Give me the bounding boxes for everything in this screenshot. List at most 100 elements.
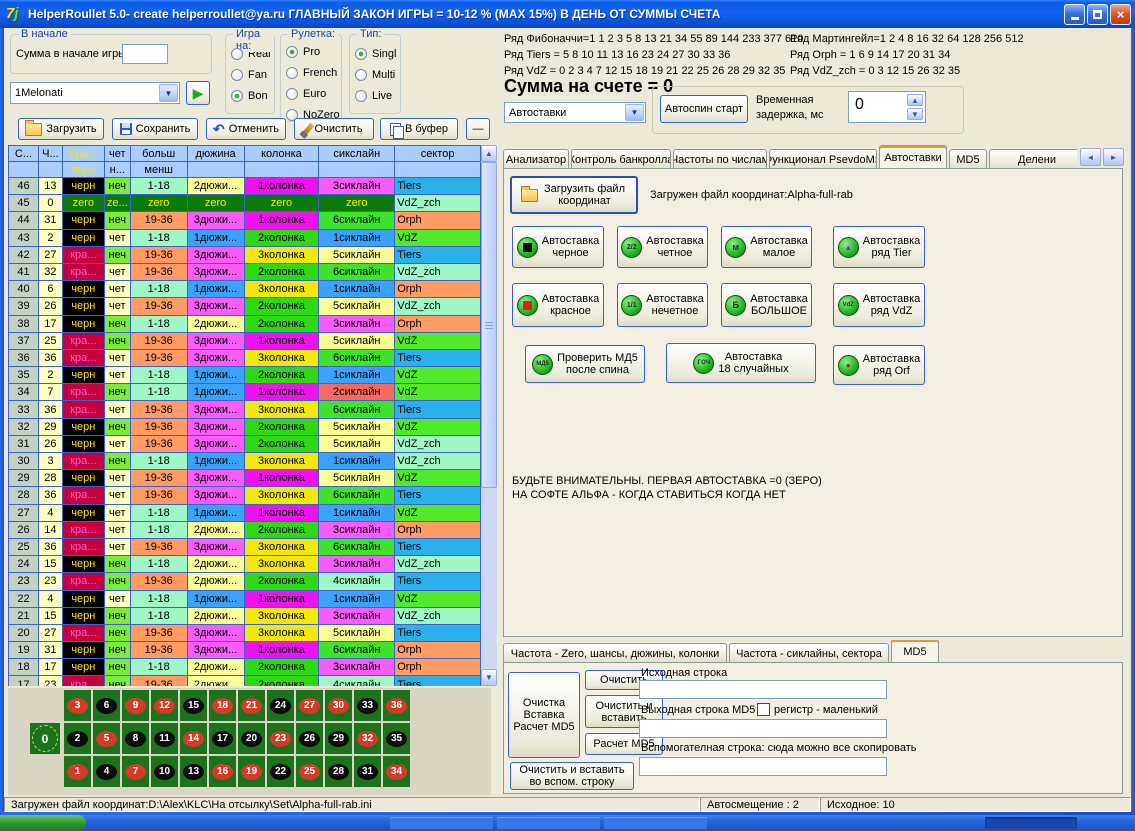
board-cell-12[interactable]: 12 <box>151 690 178 721</box>
radio-type-Live[interactable]: Live <box>355 85 400 106</box>
board-cell-5[interactable]: 5 <box>93 723 120 754</box>
toolbar-button-2[interactable]: Сохранить <box>112 118 198 140</box>
board-cell-9[interactable]: 9 <box>122 690 149 721</box>
board-cell-7[interactable]: 7 <box>122 756 149 787</box>
board-cell-16[interactable]: 16 <box>209 756 236 787</box>
board-cell-8[interactable]: 8 <box>122 723 149 754</box>
table-row[interactable]: 4613черннеч1-182дюжи...1колонка3сиклайнT… <box>9 178 481 195</box>
start-button[interactable] <box>0 815 86 831</box>
md5-output-input[interactable] <box>639 719 887 738</box>
profile-combobox[interactable]: 1Melonati ▼ <box>10 82 180 104</box>
radio-roulette-Pro[interactable]: Pro <box>286 41 341 62</box>
tab-scroll-left-icon[interactable]: ◄ <box>1080 148 1101 166</box>
table-row[interactable]: 2027кра...неч19-363дюжи...3колонка5сикла… <box>9 625 481 642</box>
maximize-button[interactable] <box>1087 4 1108 25</box>
table-row[interactable]: 2536кра...чет19-363дюжи...3колонка6сикла… <box>9 539 481 556</box>
table-row[interactable]: 3336кра...чет19-363дюжи...3колонка6сикла… <box>9 401 481 418</box>
scroll-up-icon[interactable]: ▲ <box>481 145 497 162</box>
bet-button-Автоставка-малое[interactable]: мАвтоставкамалое <box>721 226 812 268</box>
board-cell-19[interactable]: 19 <box>238 756 265 787</box>
board-cell-26[interactable]: 26 <box>296 723 323 754</box>
board-cell-23[interactable]: 23 <box>267 723 294 754</box>
bet-button-Автоставка-четное[interactable]: 2/2Автоставкачетное <box>617 226 708 268</box>
table-row[interactable]: 406чернчет1-181дюжи...3колонка1сиклайнOr… <box>9 281 481 298</box>
board-cell-17[interactable]: 17 <box>209 723 236 754</box>
table-row[interactable]: 224чернчет1-181дюжи...1колонка1сиклайнVd… <box>9 591 481 608</box>
toolbar-button-3[interactable]: ↶Отменить <box>206 118 286 140</box>
board-cell-30[interactable]: 30 <box>325 690 352 721</box>
board-cell-15[interactable]: 15 <box>180 690 207 721</box>
board-cell-14[interactable]: 14 <box>180 723 207 754</box>
board-cell-22[interactable]: 22 <box>267 756 294 787</box>
taskbar-button[interactable] <box>497 817 600 829</box>
board-cell-32[interactable]: 32 <box>354 723 381 754</box>
table-row[interactable]: 3817черннеч1-182дюжи...2колонка3сиклайнO… <box>9 316 481 333</box>
tab-MD5[interactable]: MD5 <box>891 640 939 663</box>
table-row[interactable]: 4431черннеч19-363дюжи...1колонка6сиклайн… <box>9 212 481 229</box>
table-row[interactable]: 274чернчет1-181дюжи...1колонка1сиклайнVd… <box>9 505 481 522</box>
board-cell-20[interactable]: 20 <box>238 723 265 754</box>
board-cell-21[interactable]: 21 <box>238 690 265 721</box>
table-row[interactable]: 347кра...неч1-181дюжи...1колонка2сиклайн… <box>9 384 481 401</box>
toolbar-button-6[interactable]: — <box>466 118 490 140</box>
board-cell-1[interactable]: 1 <box>64 756 91 787</box>
board-cell-0[interactable]: 0 <box>30 723 60 754</box>
table-row[interactable]: 432чернчет1-181дюжи...2колонка1сиклайнVd… <box>9 230 481 247</box>
close-button[interactable]: × <box>1110 4 1131 25</box>
load-coords-button[interactable]: Загрузить файл координат <box>510 176 638 214</box>
taskbar-button-active[interactable] <box>985 817 1077 829</box>
autospin-start-button[interactable]: Автоспин старт <box>660 95 748 123</box>
table-row[interactable]: 3636кра...чет19-363дюжи...3колонка6сикла… <box>9 350 481 367</box>
board-cell-34[interactable]: 34 <box>383 756 410 787</box>
bet-button-Автоставка-ряд Tier[interactable]: ▲Автоставкаряд Tier <box>833 226 925 268</box>
table-row[interactable]: 2836кра...чет19-363дюжи...3колонка6сикла… <box>9 487 481 504</box>
board-cell-33[interactable]: 33 <box>354 690 381 721</box>
board-cell-24[interactable]: 24 <box>267 690 294 721</box>
table-row[interactable]: 1723кра...неч19-362дюжи...2колонка4сикла… <box>9 676 481 686</box>
tab-Частота - сиклайны, сектора[interactable]: Частота - сиклайны, сектора <box>729 643 889 663</box>
minimize-button[interactable] <box>1064 4 1085 25</box>
md5-big-button[interactable]: Очистка Вставка Расчет MD5 <box>508 672 580 758</box>
tab-MD5[interactable]: MD5 <box>949 149 987 169</box>
tab-Контроль банкролла[interactable]: Контроль банкролла <box>571 149 671 169</box>
bet-button-Автоставка-красное[interactable]: Автоставкакрасное <box>512 283 604 327</box>
table-row[interactable]: 1817черннеч1-182дюжи...2колонка3сиклайнO… <box>9 659 481 676</box>
table-row[interactable]: 2115черннеч1-182дюжи...3колонка3сиклайнV… <box>9 608 481 625</box>
board-cell-6[interactable]: 6 <box>93 690 120 721</box>
scroll-down-icon[interactable]: ▼ <box>481 669 497 686</box>
bet-button-Проверить МД5-после спина[interactable]: МД5Проверить МД5после спина <box>525 345 645 383</box>
toolbar-button-4[interactable]: Очистить <box>294 118 374 140</box>
md5-source-input[interactable] <box>639 680 887 699</box>
bet-button-Автоставка-ряд VdZ[interactable]: VdZАвтоставкаряд VdZ <box>833 283 925 327</box>
tab-Частоты по числам[interactable]: Частоты по числам <box>673 149 767 169</box>
table-row[interactable]: 3126чернчет19-363дюжи...2колонка5сиклайн… <box>9 436 481 453</box>
board-cell-35[interactable]: 35 <box>383 723 410 754</box>
board-cell-4[interactable]: 4 <box>93 756 120 787</box>
bet-button-Автоставка-ряд Orf[interactable]: ●Автоставкаряд Orf <box>833 345 925 385</box>
tab-Автоставки[interactable]: Автоставки <box>879 145 947 169</box>
table-row[interactable]: 2415черннеч1-182дюжи...3колонка3сиклайнV… <box>9 556 481 573</box>
board-cell-29[interactable]: 29 <box>325 723 352 754</box>
table-row[interactable]: 1931черннеч19-363дюжи...1колонка6сиклайн… <box>9 642 481 659</box>
table-row[interactable]: 3926чернчет19-363дюжи...2колонка5сиклайн… <box>9 298 481 315</box>
board-cell-18[interactable]: 18 <box>209 690 236 721</box>
radio-game-Fan[interactable]: Fan <box>231 64 274 85</box>
taskbar-button[interactable] <box>390 817 493 829</box>
tab-Делени[interactable]: Делени <box>989 149 1077 169</box>
bet-button-Автоставка-нечетное[interactable]: 1/1Автоставканечетное <box>617 283 708 327</box>
spinner-up-icon[interactable]: ▲ <box>907 94 923 106</box>
table-row[interactable]: 4227кра...неч19-363дюжи...3колонка5сикла… <box>9 247 481 264</box>
chevron-down-icon[interactable]: ▼ <box>159 84 178 102</box>
run-profile-button[interactable]: ▶ <box>186 81 210 105</box>
toolbar-button-1[interactable]: Загрузить <box>18 118 104 140</box>
radio-game-Bon[interactable]: Bon <box>231 85 274 106</box>
board-cell-13[interactable]: 13 <box>180 756 207 787</box>
tab-Частота - Zero, шансы, дюжины, колонки[interactable]: Частота - Zero, шансы, дюжины, колонки <box>503 643 727 663</box>
board-cell-10[interactable]: 10 <box>151 756 178 787</box>
board-cell-28[interactable]: 28 <box>325 756 352 787</box>
toolbar-button-5[interactable]: В буфер <box>380 118 458 140</box>
radio-roulette-Euro[interactable]: Euro <box>286 83 341 104</box>
table-row[interactable]: 303кра...неч1-181дюжи...3колонка1сиклайн… <box>9 453 481 470</box>
table-row[interactable]: 3725кра...неч19-363дюжи...1колонка5сикла… <box>9 333 481 350</box>
board-cell-2[interactable]: 2 <box>64 723 91 754</box>
